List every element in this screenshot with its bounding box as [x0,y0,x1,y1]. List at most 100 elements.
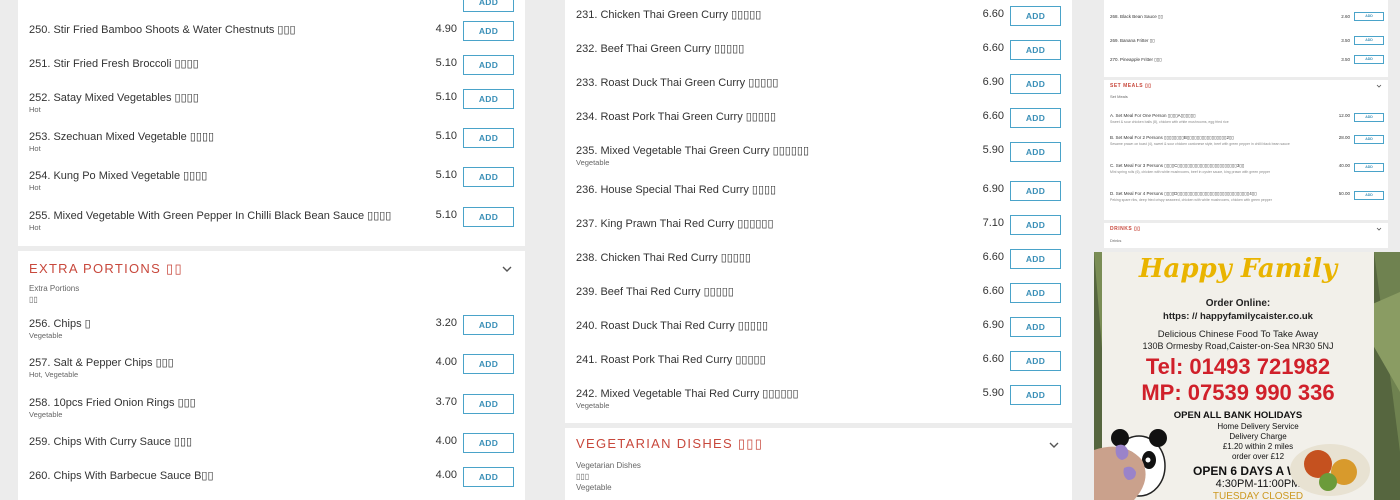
add-button[interactable]: ADD [463,89,514,109]
menu-column-right-thumbnail: 268. Black Bean Sauce ▯▯ 2.60 ADD 269. B… [1104,0,1388,248]
item-name: 231. Chicken Thai Green Curry ▯▯▯▯▯ [576,9,762,21]
section-description: Vegetarian Dishes [576,461,641,470]
item-tag: Hot [29,105,41,114]
item-name: 237. King Prawn Thai Red Curry ▯▯▯▯▯▯ [576,218,774,230]
chevron-down-icon[interactable] [1376,83,1382,89]
section-header-vegetarian-dishes[interactable]: VEGETARIAN DISHES ▯▯▯ [565,428,1072,468]
item-price: 28.00 [1338,135,1350,140]
chevron-down-icon[interactable] [1048,439,1060,451]
item-description: Peking spare ribs, deep fried crispy sea… [1110,198,1272,202]
item-price: 6.60 [982,251,1004,263]
flyer-telephone: Tel: 01493 721982 [1145,354,1331,379]
add-button[interactable]: ADD [1010,142,1061,162]
add-button[interactable]: ADD [1354,55,1384,64]
item-name: 233. Roast Duck Thai Green Curry ▯▯▯▯▯ [576,77,779,89]
item-tag: Hot [29,223,41,232]
item-name: 240. Roast Duck Thai Red Curry ▯▯▯▯▯ [576,320,769,332]
item-price: 5.10 [435,130,457,142]
section-description: Set Meals [1110,94,1128,99]
item-price: 5.10 [435,91,457,103]
item-price: 5.10 [435,169,457,181]
item-name: 238. Chicken Thai Red Curry ▯▯▯▯▯ [576,252,751,264]
item-price: 6.90 [982,76,1004,88]
extra-portions-panel: EXTRA PORTIONS ▯▯ Extra Portions ▯▯ 256.… [18,251,525,500]
chevron-down-icon[interactable] [501,263,513,275]
item-name: 254. Kung Po Mixed Vegetable ▯▯▯▯ [29,170,208,182]
item-name: 269. Banana Fritter ▯▯ [1110,38,1155,43]
add-button[interactable]: ADD [463,394,514,414]
hand-holding-flyer [1094,444,1146,500]
item-name: 232. Beef Thai Green Curry ▯▯▯▯▯ [576,43,745,55]
item-name: 239. Beef Thai Red Curry ▯▯▯▯▯ [576,286,734,298]
section-header-drinks[interactable]: DRINKS ▯▯ [1104,220,1388,234]
add-button[interactable]: ADD [1010,351,1061,371]
item-name: 258. 10pcs Fried Onion Rings ▯▯▯ [29,397,196,409]
item-name: 270. Pineapple Fritter ▯▯▯ [1110,57,1162,62]
item-tag: Hot [29,183,41,192]
item-price: 5.90 [982,144,1004,156]
menu-column-middle: 231. Chicken Thai Green Curry ▯▯▯▯▯ 6.60… [565,0,1072,500]
section-header-extra-portions[interactable]: EXTRA PORTIONS ▯▯ [18,251,525,291]
add-button[interactable]: ADD [1010,40,1061,60]
flyer-photo: Happy Family Order Online: https: // hap… [1094,252,1400,500]
add-button[interactable]: ADD [463,433,514,453]
item-price: 40.00 [1338,163,1350,168]
item-price: 4.90 [435,23,457,35]
item-tag: Hot, Vegetable [29,370,79,379]
add-button[interactable]: ADD [1010,317,1061,337]
item-price: 12.00 [1338,113,1350,118]
add-button[interactable]: ADD [463,55,514,75]
add-button[interactable]: ADD [1354,191,1384,200]
item-name: D. Set Meal For 4 Persons ▯▯▯▯D▯▯▯▯▯▯▯▯▯… [1110,191,1257,196]
add-button[interactable]: ADD [1010,74,1061,94]
add-button[interactable]: ADD [1010,108,1061,128]
add-button[interactable]: ADD [463,354,514,374]
add-button[interactable]: ADD [463,0,514,12]
item-price: 3.50 [1341,57,1350,62]
item-price: 6.90 [982,183,1004,195]
add-button[interactable]: ADD [1354,36,1384,45]
item-name: A. Set Meal For One Person ▯▯▯▯A▯▯▯▯▯▯ [1110,113,1196,118]
item-name: 250. Stir Fried Bamboo Shoots & Water Ch… [29,24,296,36]
thai-curry-panel: 231. Chicken Thai Green Curry ▯▯▯▯▯ 6.60… [565,0,1072,423]
item-price: 5.10 [435,57,457,69]
item-description: Mini spring rolls (6), chicken with whit… [1110,170,1271,174]
add-button[interactable]: ADD [1010,181,1061,201]
section-header-set-meals[interactable]: SET MEALS ▯▯ [1104,77,1388,91]
food-dishes-illustration [1290,444,1370,496]
section-title: VEGETARIAN DISHES ▯▯▯ [576,436,764,451]
add-button[interactable]: ADD [1010,283,1061,303]
add-button[interactable]: ADD [463,467,514,487]
item-tag: Vegetable [576,158,610,167]
add-button[interactable]: ADD [1354,135,1384,144]
item-name: 257. Salt & Pepper Chips ▯▯▯ [29,357,174,369]
flyer-order-online: Order Online: [1205,298,1271,309]
item-name: C. Set Meal For 3 Persons ▯▯▯▯C▯▯▯▯▯▯▯▯▯… [1110,163,1245,168]
vegetarian-dishes-panel: VEGETARIAN DISHES ▯▯▯ Vegetarian Dishes … [565,428,1072,500]
add-button[interactable]: ADD [463,167,514,187]
add-button[interactable]: ADD [463,128,514,148]
item-name: 242. Mixed Vegetable Thai Red Curry ▯▯▯▯… [576,388,799,400]
section-title: DRINKS ▯▯ [1110,226,1141,232]
item-name: 255. Mixed Vegetable With Green Pepper I… [29,210,392,222]
add-button[interactable]: ADD [1010,249,1061,269]
item-price: 6.60 [982,42,1004,54]
section-title: SET MEALS ▯▯ [1110,83,1152,89]
item-price: 5.10 [435,209,457,221]
add-button[interactable]: ADD [1354,163,1384,172]
section-description-cn: ▯▯▯ [576,472,590,481]
item-name: 253. Szechuan Mixed Vegetable ▯▯▯▯ [29,131,215,143]
item-price: 6.60 [982,110,1004,122]
add-button[interactable]: ADD [463,315,514,335]
section-title: EXTRA PORTIONS ▯▯ [29,261,183,276]
flyer-address: 130B Ormesby Road,Caister-on-Sea NR30 5N… [1142,341,1334,351]
add-button[interactable]: ADD [463,207,514,227]
item-price: 4.00 [435,469,457,481]
add-button[interactable]: ADD [1010,6,1061,26]
chevron-down-icon[interactable] [1376,226,1382,232]
add-button[interactable]: ADD [1354,113,1384,122]
add-button[interactable]: ADD [1010,215,1061,235]
add-button[interactable]: ADD [1010,385,1061,405]
add-button[interactable]: ADD [1354,12,1384,21]
add-button[interactable]: ADD [463,21,514,41]
